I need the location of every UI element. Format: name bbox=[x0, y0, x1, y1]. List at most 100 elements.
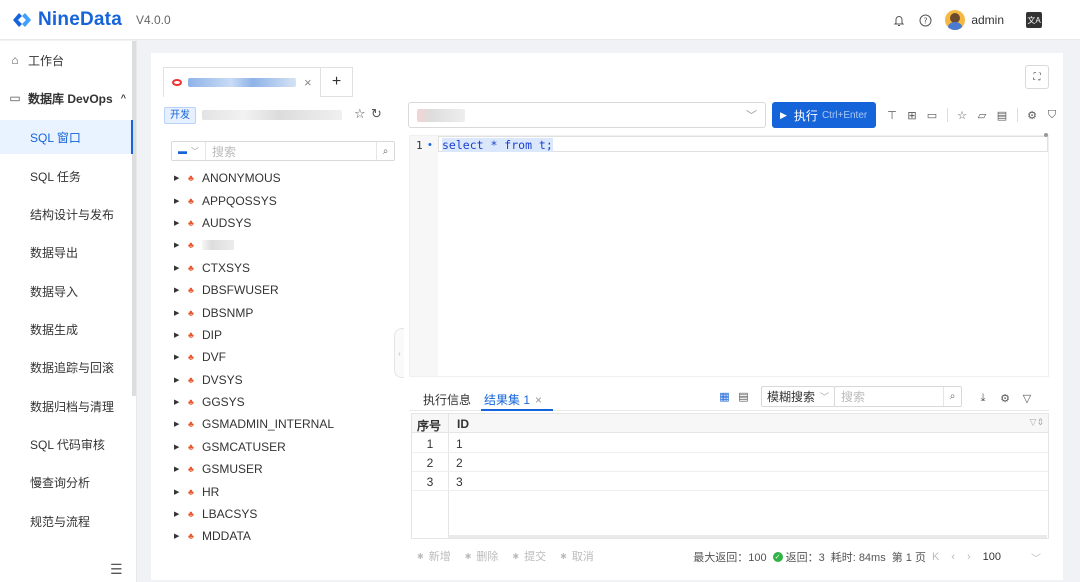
search-icon[interactable]: ⌕ bbox=[943, 387, 961, 406]
expand-caret-icon[interactable]: ▶ bbox=[174, 331, 184, 339]
expand-caret-icon[interactable]: ▶ bbox=[174, 286, 184, 294]
expand-caret-icon[interactable]: ▶ bbox=[174, 241, 184, 249]
cell-id[interactable]: 2 bbox=[456, 456, 463, 470]
tree-node-schema[interactable]: ▶ ♣ GSMUSER bbox=[171, 458, 391, 480]
close-icon[interactable]: × bbox=[535, 393, 542, 407]
first-page-icon[interactable]: K bbox=[932, 551, 939, 563]
add-row-button[interactable]: ✱ 新增 bbox=[417, 548, 451, 564]
avatar[interactable] bbox=[945, 10, 966, 30]
chevron-down-icon[interactable]: ﹀ bbox=[1031, 550, 1041, 565]
tree-node-schema[interactable]: ▶ ♣ APPQOSSYS bbox=[171, 189, 391, 211]
refresh-icon[interactable]: ↻ bbox=[371, 106, 382, 122]
cancel-button[interactable]: ✱ 取消 bbox=[560, 548, 594, 564]
tree-node-schema[interactable]: ▶ ♣ GGSYS bbox=[171, 391, 391, 413]
expand-caret-icon[interactable]: ▶ bbox=[174, 488, 184, 496]
tab-execution-info[interactable]: 执行信息 bbox=[423, 391, 471, 408]
logo[interactable]: NineData bbox=[10, 8, 122, 32]
expand-caret-icon[interactable]: ▶ bbox=[174, 510, 184, 518]
tree-node-schema[interactable]: ▶ ♣ GSMADMIN_INTERNAL bbox=[171, 413, 391, 435]
sidebar-item-data-export[interactable]: 数据导出 bbox=[0, 235, 133, 269]
tree-node-schema[interactable]: ▶ ♣ MDDATA bbox=[171, 525, 391, 547]
shield-icon[interactable]: ⛉ bbox=[1044, 107, 1060, 123]
next-page-icon[interactable]: › bbox=[967, 551, 971, 563]
cell-id[interactable]: 1 bbox=[456, 437, 463, 451]
sort-filter-icon[interactable]: ▽⇕ bbox=[1030, 417, 1044, 428]
expand-caret-icon[interactable]: ▶ bbox=[174, 219, 184, 227]
sidebar-item-slow-query[interactable]: 慢查询分析 bbox=[0, 465, 133, 499]
settings-icon[interactable]: ⚙ bbox=[1024, 107, 1040, 123]
tree-node-schema[interactable]: ▶ ♣ CTXSYS bbox=[171, 257, 391, 279]
expand-caret-icon[interactable]: ▶ bbox=[174, 532, 184, 540]
tree-node-schema[interactable]: ▶ ♣ DBSFWUSER bbox=[171, 279, 391, 301]
star-icon[interactable]: ☆ bbox=[354, 106, 366, 122]
expand-caret-icon[interactable]: ▶ bbox=[174, 443, 184, 451]
close-icon[interactable]: × bbox=[304, 75, 312, 90]
table-row[interactable]: 3 3 bbox=[412, 472, 1048, 491]
page-size[interactable]: 100 bbox=[983, 551, 1001, 563]
explain-plan-icon[interactable]: ⊞ bbox=[904, 107, 920, 123]
column-header-id[interactable]: ID bbox=[457, 417, 469, 431]
chart-icon[interactable]: ▭ bbox=[924, 107, 940, 123]
fullscreen-icon[interactable]: ⛶ bbox=[1025, 65, 1049, 89]
expand-caret-icon[interactable]: ▶ bbox=[174, 420, 184, 428]
tree-node-schema[interactable]: ▶ ♣ AUDSYS bbox=[171, 212, 391, 234]
tree-node-schema[interactable]: ▶ ♣ HR bbox=[171, 480, 391, 502]
tree-node-schema[interactable]: ▶ ♣ DBSNMP bbox=[171, 301, 391, 323]
favorite-icon[interactable]: ☆ bbox=[954, 107, 970, 123]
expand-caret-icon[interactable]: ▶ bbox=[174, 376, 184, 384]
sidebar-item-data-import[interactable]: 数据导入 bbox=[0, 274, 133, 308]
sidebar-item-sql-task[interactable]: SQL 任务 bbox=[0, 159, 133, 193]
form-view-icon[interactable]: ▤ bbox=[737, 390, 750, 403]
editor-scrollbar[interactable] bbox=[1044, 133, 1048, 137]
bell-icon[interactable] bbox=[891, 12, 907, 28]
sidebar-item-sql-review[interactable]: SQL 代码审核 bbox=[0, 427, 133, 461]
username[interactable]: admin bbox=[971, 13, 1004, 27]
grid-scrollbar[interactable] bbox=[449, 535, 1047, 538]
add-tab-button[interactable]: + bbox=[321, 67, 353, 97]
tree-node-schema[interactable]: ▶ ♣ DVSYS bbox=[171, 369, 391, 391]
sql-editor[interactable]: 1 • select * from t; bbox=[409, 133, 1049, 377]
tree-node-schema[interactable]: ▶ ♣ DIP bbox=[171, 324, 391, 346]
sidebar-item-standards[interactable]: 规范与流程 bbox=[0, 504, 133, 538]
export-icon[interactable]: ⤓ bbox=[975, 390, 991, 406]
settings-icon[interactable]: ⚙ bbox=[997, 390, 1013, 406]
format-brush-icon[interactable]: ⊤ bbox=[884, 107, 900, 123]
database-select[interactable]: ﹀ bbox=[408, 102, 766, 128]
prev-page-icon[interactable]: ‹ bbox=[951, 551, 955, 563]
cell-id[interactable]: 3 bbox=[456, 475, 463, 489]
expand-caret-icon[interactable]: ▶ bbox=[174, 309, 184, 317]
query-tab[interactable]: × bbox=[163, 67, 321, 97]
commit-button[interactable]: ✱ 提交 bbox=[512, 548, 546, 564]
sidebar-item-sql-window[interactable]: SQL 窗口 bbox=[0, 120, 133, 154]
tree-node-schema[interactable]: ▶ ♣ bbox=[171, 234, 391, 256]
collapse-menu-icon[interactable]: ☰ bbox=[110, 561, 123, 578]
tree-node-schema[interactable]: ▶ ♣ ANONYMOUS bbox=[171, 167, 391, 189]
sidebar-item-schema-design[interactable]: 结构设计与发布 bbox=[0, 197, 133, 231]
expand-caret-icon[interactable]: ▶ bbox=[174, 174, 184, 182]
grid-view-icon[interactable]: ▦ bbox=[718, 390, 731, 403]
filter-icon[interactable]: ▽ bbox=[1019, 390, 1035, 406]
expand-caret-icon[interactable]: ▶ bbox=[174, 398, 184, 406]
sidebar-item-data-trace[interactable]: 数据追踪与回滚 bbox=[0, 350, 133, 384]
folder-icon[interactable]: ▱ bbox=[974, 107, 990, 123]
tree-node-schema[interactable]: ▶ ♣ LBACSYS bbox=[171, 503, 391, 525]
table-row[interactable]: 1 1 bbox=[412, 434, 1048, 453]
tree-node-schema[interactable]: ▶ ♣ GSMCATUSER bbox=[171, 436, 391, 458]
result-search-input[interactable]: 搜索 bbox=[841, 388, 943, 405]
panel-splitter[interactable]: ‹ bbox=[394, 328, 404, 378]
tree-filter-dropdown[interactable]: ▬ ﹀ bbox=[172, 142, 206, 160]
sidebar-group-devops[interactable]: ▭ 数据库 DevOps ^ bbox=[0, 81, 133, 115]
table-row[interactable]: 2 2 bbox=[412, 453, 1048, 472]
sidebar-item-data-generate[interactable]: 数据生成 bbox=[0, 312, 133, 346]
tab-result-set[interactable]: 结果集 1 × bbox=[484, 391, 542, 408]
sql-code[interactable]: select * from t; bbox=[442, 138, 553, 152]
sidebar-item-data-archive[interactable]: 数据归档与清理 bbox=[0, 389, 133, 423]
expand-caret-icon[interactable]: ▶ bbox=[174, 264, 184, 272]
tree-search-input[interactable]: 搜索 bbox=[212, 143, 376, 160]
file-icon[interactable]: ▤ bbox=[994, 107, 1010, 123]
language-switch-icon[interactable]: 文A bbox=[1026, 12, 1042, 28]
search-icon[interactable]: ⌕ bbox=[376, 142, 394, 160]
expand-caret-icon[interactable]: ▶ bbox=[174, 197, 184, 205]
expand-caret-icon[interactable]: ▶ bbox=[174, 465, 184, 473]
help-icon[interactable]: ? bbox=[917, 12, 933, 28]
